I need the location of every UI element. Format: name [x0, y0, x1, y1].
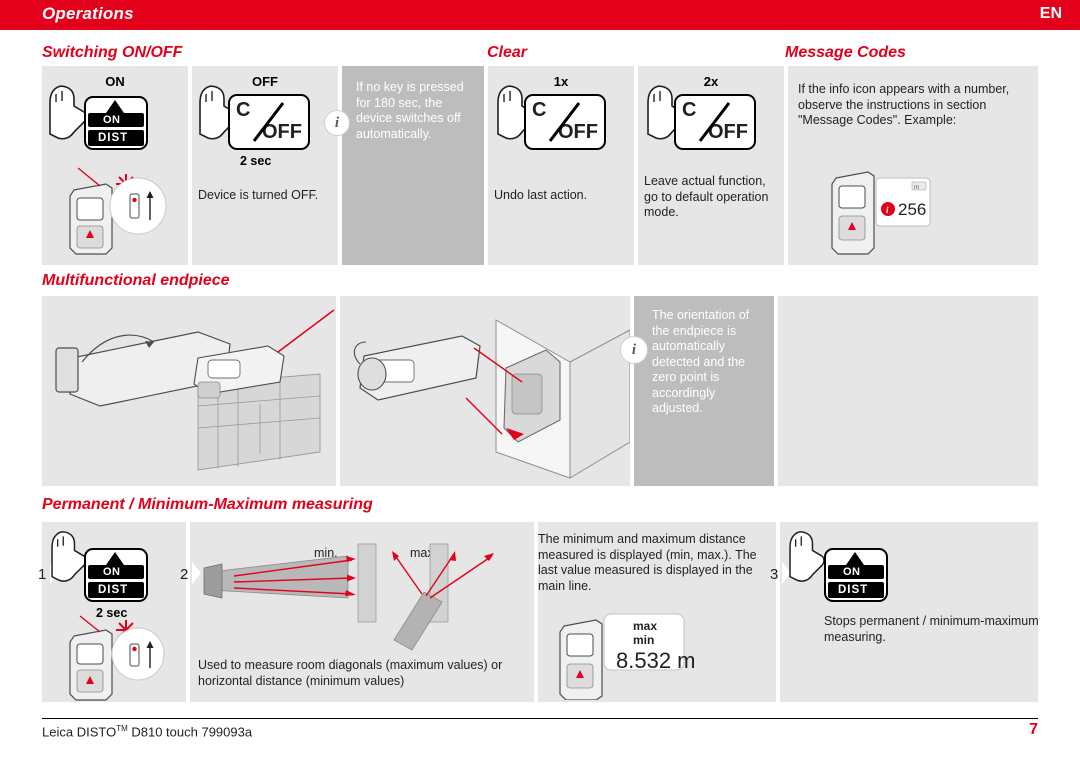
hand-icon	[51, 531, 87, 582]
note-undo: Undo last action.	[494, 188, 588, 202]
device-laser-on-illustration	[69, 167, 167, 255]
step-number-2: 2	[180, 566, 189, 583]
panel-endpiece-blank	[778, 296, 1038, 486]
svg-text:256: 256	[898, 200, 926, 219]
hand-icon	[49, 85, 88, 140]
dist-key-label: DIST	[838, 584, 869, 596]
heading-switching: Switching ON/OFF	[42, 44, 183, 61]
info-icon: i	[620, 336, 648, 364]
footer-model: D810 touch 799093a	[127, 724, 253, 740]
key-slash-icon	[698, 102, 731, 142]
dist-key-label: DIST	[98, 584, 129, 596]
on-key-label: ON	[103, 566, 121, 578]
note-message-codes: If the info icon appears with a number, …	[798, 82, 1010, 127]
endpiece-illustration-2	[353, 319, 630, 479]
page-title: Operations	[42, 4, 134, 23]
page-header: Operations EN	[0, 0, 1080, 30]
note-used-for: Used to measure room diagonals (maximum …	[198, 658, 503, 688]
display-max-label: max	[633, 619, 658, 633]
key-slash-icon	[252, 102, 285, 142]
dist-key-label: DIST	[98, 132, 129, 144]
note-stop-measuring: Stops permanent / minimum-maximum measur…	[824, 614, 1039, 644]
page-number: 7	[1029, 721, 1038, 738]
note-min-max-measure: The minimum and maximum distance measure…	[538, 532, 757, 593]
device-message-illustration: m i 256	[831, 171, 931, 255]
endpiece-illustration-1	[55, 309, 335, 471]
note-auto-off: If no key is pressed for 180 sec, the de…	[356, 80, 464, 141]
heading-clear: Clear	[487, 44, 528, 61]
footer-product: Leica DISTO	[42, 724, 117, 740]
triangle-icon	[106, 552, 124, 565]
triangle-icon	[106, 100, 124, 113]
min-max-diagram	[203, 543, 494, 651]
footer-divider	[42, 718, 1038, 719]
note-device-off: Device is turned OFF.	[198, 188, 319, 202]
triangle-icon	[846, 552, 864, 565]
step-number-3: 3	[770, 566, 779, 583]
svg-text:m: m	[914, 185, 919, 191]
footer-text: Leica DISTOTM D810 touch 799093a	[42, 724, 252, 739]
manual-page: Operations EN Switching ON/OFF Clear Mes…	[0, 0, 1080, 762]
hold-2sec-label: 2 sec	[240, 154, 272, 168]
info-icon: i	[324, 110, 350, 136]
display-min-label: min	[633, 633, 655, 647]
heading-endpiece: Multifunctional endpiece	[42, 272, 230, 289]
note-default-mode: Leave actual function, go to default ope…	[644, 174, 769, 219]
hand-icon	[789, 531, 825, 582]
note-endpiece: The orientation of the endpiece is autom…	[652, 308, 750, 415]
footer-trademark: TM	[116, 724, 128, 733]
device-laser-illustration-step1	[69, 615, 165, 701]
display-main-value: 8.532 m	[616, 648, 696, 673]
heading-permanent: Permanent / Minimum-Maximum measuring	[42, 496, 373, 513]
on-key-label: ON	[103, 114, 121, 126]
language-indicator: EN	[1039, 5, 1062, 22]
on-key-label: ON	[843, 566, 861, 578]
heading-message-codes: Message Codes	[785, 44, 906, 61]
key-slash-icon	[548, 102, 581, 142]
